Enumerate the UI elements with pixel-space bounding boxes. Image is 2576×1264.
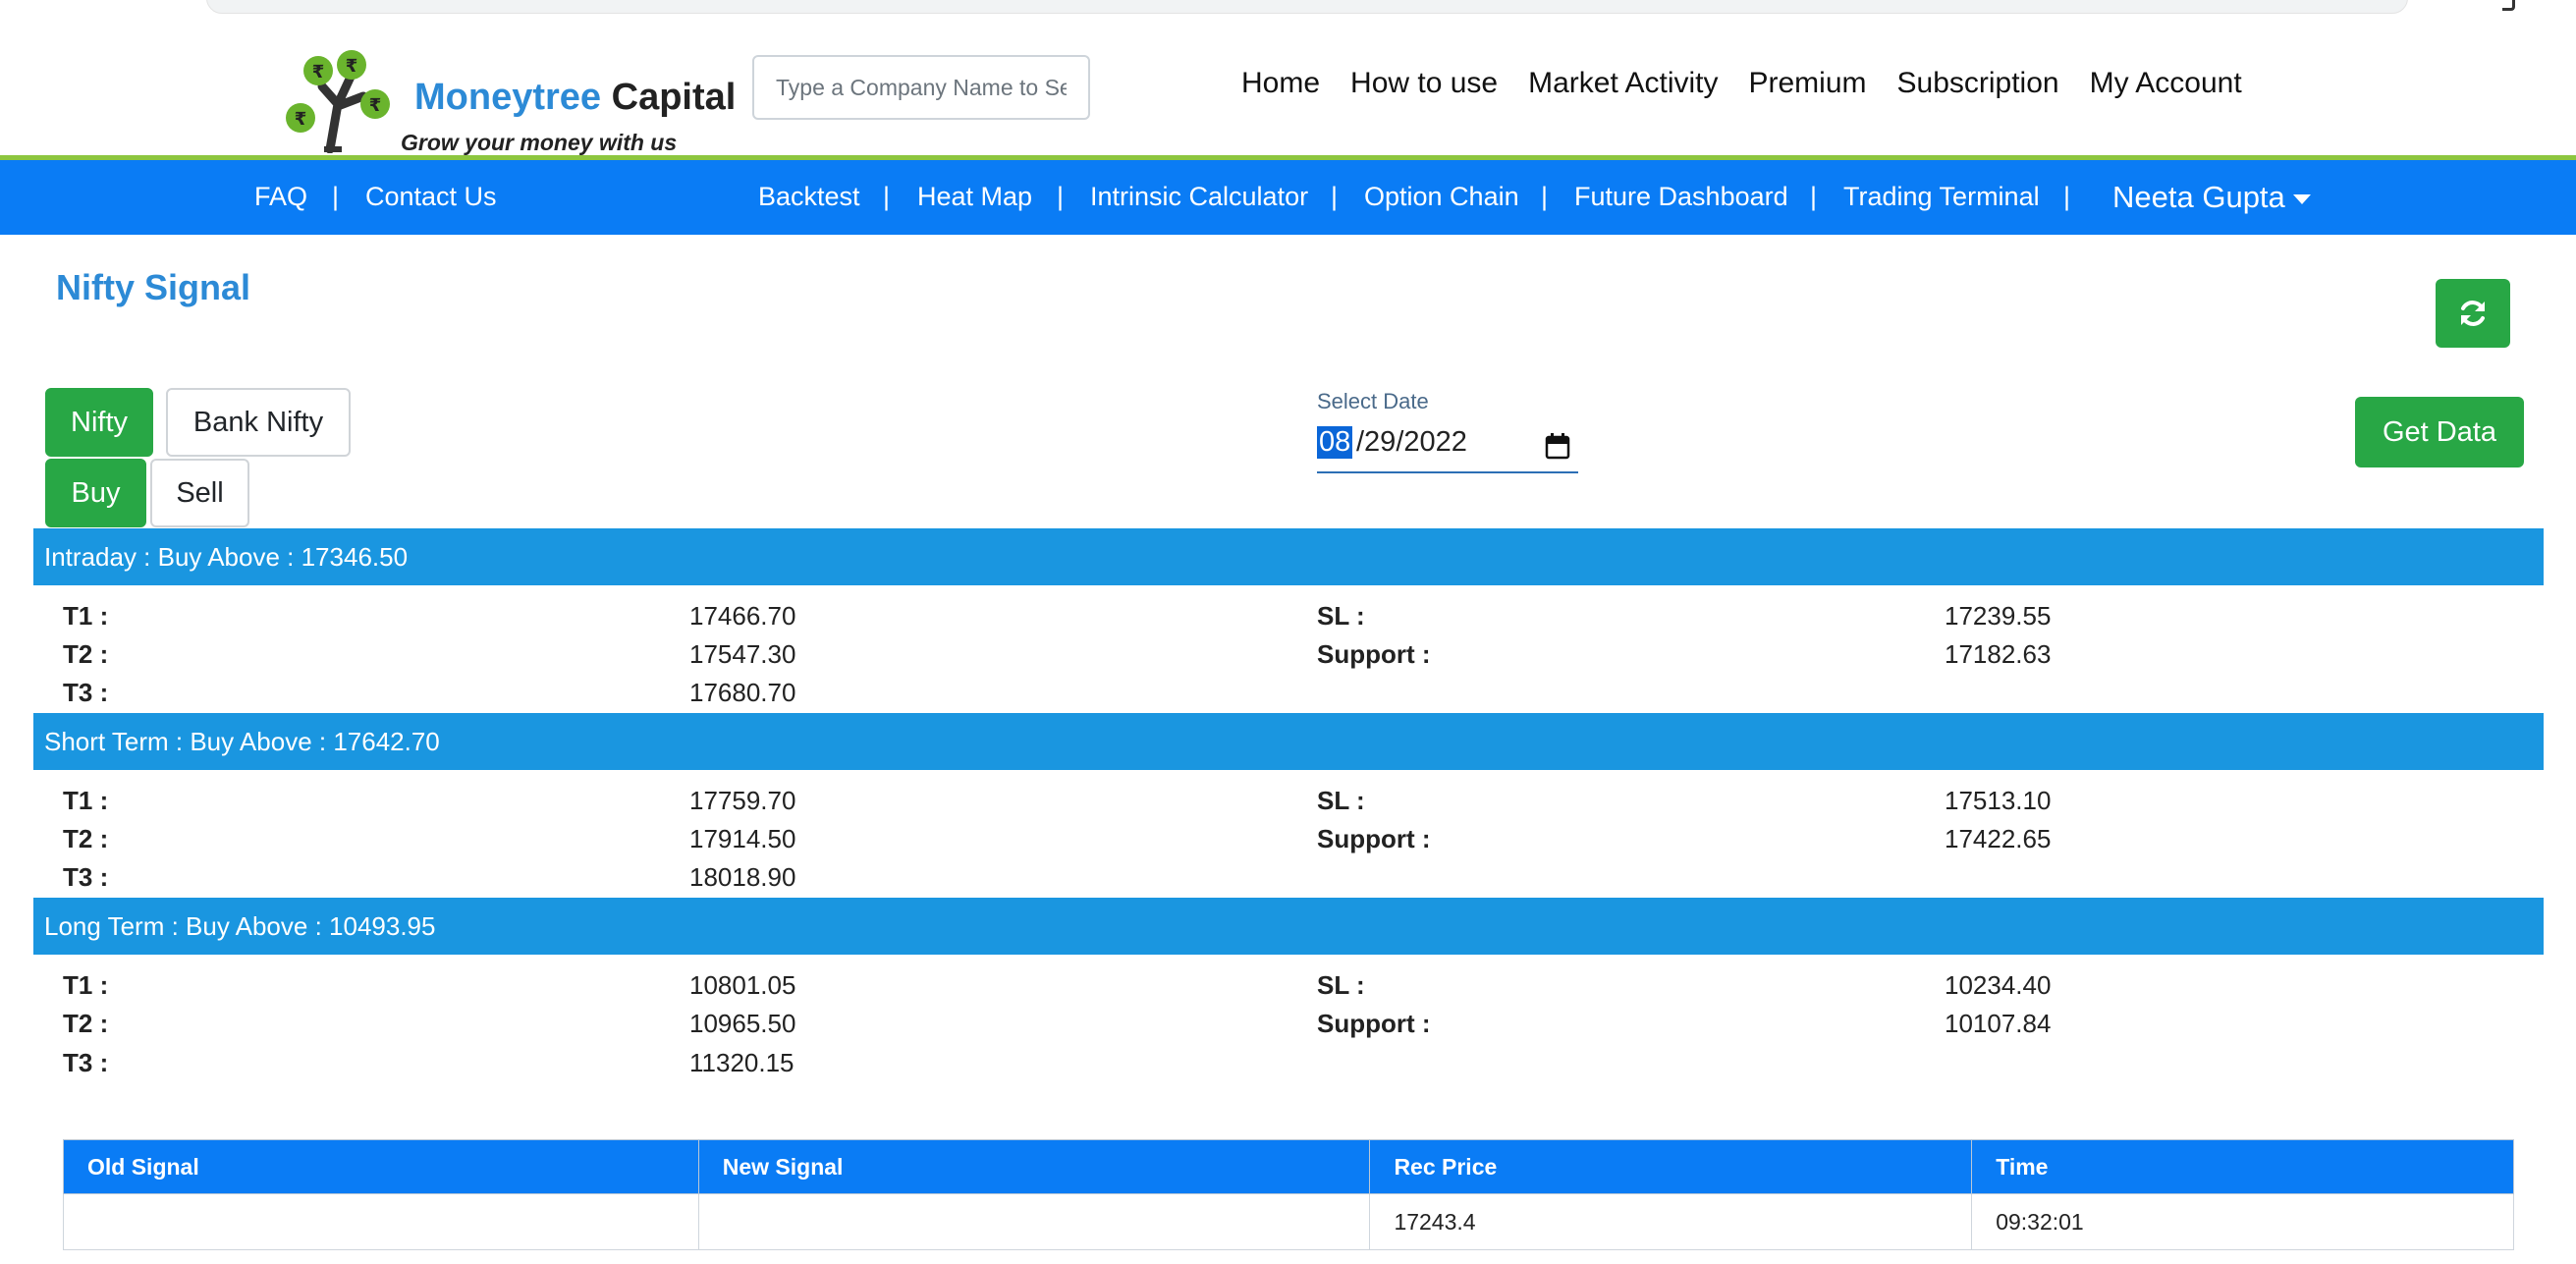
support-value: 17182.63 — [1945, 639, 2052, 669]
t1-value: 17759.70 — [689, 786, 796, 815]
t1-label: T1 : — [63, 970, 109, 1000]
rec-price-cell: 17243.4 — [1369, 1193, 1973, 1250]
svg-text:₹: ₹ — [369, 95, 382, 116]
site-header: ₹ ₹ ₹ ₹ Moneytree Capital Grow your mone… — [0, 14, 2576, 155]
date-input[interactable]: 08 /29/2022 — [1317, 420, 1578, 473]
support-value: 10107.84 — [1945, 1009, 2052, 1038]
sl-value: 10234.40 — [1945, 970, 2052, 1000]
t2-value: 10965.50 — [689, 1009, 796, 1038]
section-header-intraday: Intraday : Buy Above : 17346.50 — [33, 528, 2544, 585]
section-header-long-term: Long Term : Buy Above : 10493.95 — [33, 898, 2544, 955]
t2-label: T2 : — [63, 1009, 109, 1038]
bank-nifty-button[interactable]: Bank Nifty — [166, 388, 351, 457]
date-month-segment[interactable]: 08 — [1317, 426, 1353, 459]
t3-label: T3 : — [63, 1048, 109, 1077]
support-value: 17422.65 — [1945, 824, 2052, 853]
subnav-backtest[interactable]: Backtest — [758, 182, 860, 212]
support-label: Support : — [1317, 1009, 1431, 1038]
column-header-old-signal: Old Signal — [63, 1139, 699, 1194]
subnav-heat-map[interactable]: Heat Map — [917, 182, 1032, 212]
nav-premium[interactable]: Premium — [1748, 67, 1866, 100]
support-label: Support : — [1317, 824, 1431, 853]
sub-nav: FAQ | Contact Us Backtest | Heat Map | I… — [0, 160, 2576, 235]
browser-corner-icon — [2502, 0, 2515, 11]
browser-address-bar[interactable] — [206, 0, 2408, 14]
svg-text:₹: ₹ — [346, 56, 358, 77]
sl-label: SL : — [1317, 786, 1365, 815]
t2-label: T2 : — [63, 824, 109, 853]
brand-tagline: Grow your money with us — [401, 130, 678, 155]
support-label: Support : — [1317, 639, 1431, 669]
subnav-separator: | — [332, 182, 340, 211]
nav-subscription[interactable]: Subscription — [1897, 67, 2059, 100]
get-data-button[interactable]: Get Data — [2355, 397, 2524, 467]
main-nav: Home How to use Market Activity Premium … — [1241, 67, 2242, 100]
subnav-separator: | — [1541, 182, 1549, 211]
t1-label: T1 : — [63, 786, 109, 815]
sl-value: 17239.55 — [1945, 601, 2052, 631]
column-header-rec-price: Rec Price — [1369, 1139, 1973, 1194]
brand-name: Moneytree Capital — [414, 77, 736, 119]
svg-text:₹: ₹ — [312, 62, 325, 82]
brand-name-part1: Moneytree — [414, 77, 602, 118]
user-menu[interactable]: Neeta Gupta — [2112, 180, 2311, 215]
nav-home[interactable]: Home — [1241, 67, 1320, 100]
subnav-option-chain[interactable]: Option Chain — [1364, 182, 1519, 212]
brand-name-part2: Capital — [611, 77, 737, 118]
subnav-future-dashboard[interactable]: Future Dashboard — [1574, 182, 1788, 212]
table-header-row: Old Signal New Signal Rec Price Time — [63, 1139, 2514, 1194]
nifty-button[interactable]: Nifty — [45, 388, 153, 457]
t1-value: 17466.70 — [689, 601, 796, 631]
user-name: Neeta Gupta — [2112, 180, 2285, 214]
logo[interactable]: ₹ ₹ ₹ ₹ Moneytree Capital Grow your mone… — [279, 35, 740, 155]
signal-table: Old Signal New Signal Rec Price Time 172… — [63, 1139, 2514, 1250]
sl-label: SL : — [1317, 601, 1365, 631]
subnav-trading-terminal[interactable]: Trading Terminal — [1843, 182, 2040, 212]
subnav-faq[interactable]: FAQ — [254, 182, 307, 212]
svg-text:₹: ₹ — [295, 109, 307, 130]
sl-label: SL : — [1317, 970, 1365, 1000]
nav-my-account[interactable]: My Account — [2090, 67, 2242, 100]
calendar-icon[interactable] — [1545, 432, 1570, 460]
t3-value: 18018.90 — [689, 862, 796, 892]
date-day-year[interactable]: /29/2022 — [1356, 426, 1467, 459]
t2-value: 17914.50 — [689, 824, 796, 853]
refresh-icon — [2461, 301, 2485, 326]
nav-how-to-use[interactable]: How to use — [1350, 67, 1498, 100]
browser-strip — [0, 0, 2576, 14]
subnav-separator: | — [883, 182, 891, 211]
section-header-short-term: Short Term : Buy Above : 17642.70 — [33, 713, 2544, 770]
column-header-time: Time — [1971, 1139, 2514, 1194]
t2-value: 17547.30 — [689, 639, 796, 669]
subnav-contact-us[interactable]: Contact Us — [365, 182, 497, 212]
t1-label: T1 : — [63, 601, 109, 631]
page-title: Nifty Signal — [56, 267, 251, 307]
sl-value: 17513.10 — [1945, 786, 2052, 815]
subnav-separator: | — [2063, 182, 2071, 211]
table-row: 17243.4 09:32:01 — [63, 1193, 2514, 1250]
t3-label: T3 : — [63, 678, 109, 707]
subnav-separator: | — [1331, 182, 1339, 211]
refresh-button[interactable] — [2436, 279, 2510, 348]
time-cell: 09:32:01 — [1971, 1193, 2514, 1250]
subnav-intrinsic-calculator[interactable]: Intrinsic Calculator — [1090, 182, 1308, 212]
column-header-new-signal: New Signal — [697, 1139, 1371, 1194]
subnav-separator: | — [1057, 182, 1065, 211]
t3-value: 17680.70 — [689, 678, 796, 707]
t3-value: 11320.15 — [689, 1048, 795, 1077]
nav-market-activity[interactable]: Market Activity — [1528, 67, 1718, 100]
old-signal-cell — [63, 1193, 699, 1250]
sell-button[interactable]: Sell — [150, 459, 249, 527]
caret-down-icon — [2292, 193, 2311, 204]
company-search-input[interactable] — [752, 55, 1090, 120]
t1-value: 10801.05 — [689, 970, 796, 1000]
new-signal-cell — [697, 1193, 1371, 1250]
money-tree-icon: ₹ ₹ ₹ ₹ — [286, 50, 390, 153]
buy-button[interactable]: Buy — [45, 459, 146, 527]
date-label: Select Date — [1317, 389, 1429, 413]
t3-label: T3 : — [63, 862, 109, 892]
t2-label: T2 : — [63, 639, 109, 669]
subnav-separator: | — [1810, 182, 1818, 211]
